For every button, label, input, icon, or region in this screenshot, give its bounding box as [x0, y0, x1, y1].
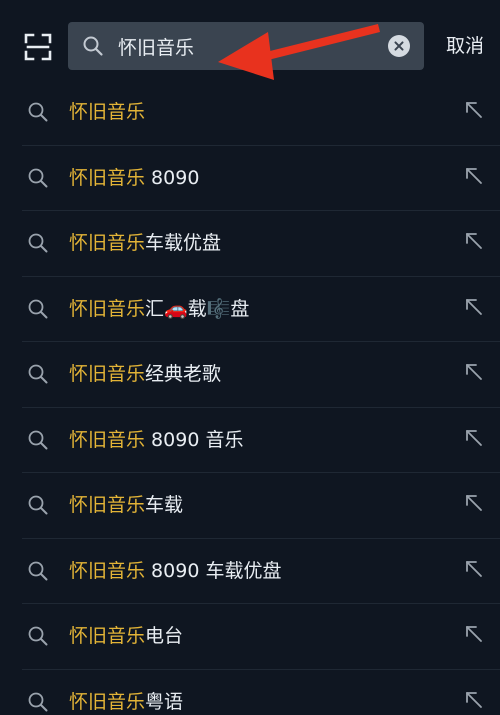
suggestion-row[interactable]: 怀旧音乐汇🚗载🎼盘 [22, 277, 500, 342]
suggestion-row[interactable]: 怀旧音乐粤语 [22, 670, 500, 715]
suggestion-highlight: 怀旧音乐 [69, 101, 146, 123]
suggestion-text: 怀旧音乐车载优盘 [69, 228, 221, 258]
suggestion-row[interactable]: 怀旧音乐经典老歌 [22, 342, 500, 408]
suggestion-row[interactable]: 怀旧音乐车载优盘 [22, 211, 500, 277]
suggestion-list: 怀旧音乐 怀旧音乐 8090 怀旧音乐车载优盘 怀旧音乐汇🚗载🎼盘 怀旧音乐经典… [0, 80, 500, 715]
suggestion-row[interactable]: 怀旧音乐 8090 车载优盘 [22, 539, 500, 604]
suggestion-text: 怀旧音乐汇🚗载🎼盘 [69, 294, 249, 324]
suggestion-text: 怀旧音乐 8090 [69, 163, 199, 193]
suggestion-text: 怀旧音乐 8090 音乐 [69, 425, 243, 455]
suggestion-rest: 粤语 [145, 690, 184, 713]
suggestion-rest: 电台 [145, 625, 184, 647]
suggestion-highlight: 怀旧音乐 [69, 232, 146, 254]
clear-icon[interactable] [388, 35, 410, 57]
search-icon [27, 691, 49, 713]
arrow-up-left-icon[interactable] [464, 428, 484, 448]
arrow-up-left-icon[interactable] [464, 493, 484, 513]
suggestion-text: 怀旧音乐车载 [69, 490, 183, 520]
arrow-up-left-icon[interactable] [464, 231, 484, 251]
arrow-up-left-icon[interactable] [464, 100, 484, 120]
suggestion-highlight: 怀旧音乐 [69, 297, 146, 320]
suggestion-row[interactable]: 怀旧音乐 [22, 80, 500, 146]
scan-icon[interactable] [24, 33, 52, 61]
suggestion-rest: 8090 车载优盘 [145, 559, 282, 582]
suggestion-highlight: 怀旧音乐 [69, 166, 146, 189]
search-box[interactable] [68, 22, 424, 70]
search-icon [27, 363, 49, 385]
arrow-up-left-icon[interactable] [464, 166, 484, 186]
suggestion-highlight: 怀旧音乐 [69, 625, 146, 647]
search-icon [27, 429, 49, 451]
suggestion-text: 怀旧音乐 8090 车载优盘 [69, 556, 281, 586]
arrow-up-left-icon[interactable] [464, 362, 484, 382]
arrow-up-left-icon[interactable] [464, 297, 484, 317]
suggestion-text: 怀旧音乐经典老歌 [69, 359, 221, 389]
suggestion-highlight: 怀旧音乐 [69, 494, 146, 516]
suggestion-row[interactable]: 怀旧音乐 8090 音乐 [22, 408, 500, 473]
search-icon [27, 560, 49, 582]
suggestion-highlight: 怀旧音乐 [69, 559, 146, 582]
search-icon [82, 35, 104, 57]
search-icon [27, 232, 49, 254]
search-input[interactable] [118, 30, 368, 62]
suggestion-text: 怀旧音乐电台 [69, 621, 183, 651]
suggestion-text: 怀旧音乐粤语 [69, 687, 183, 715]
arrow-up-left-icon[interactable] [464, 559, 484, 579]
suggestion-row[interactable]: 怀旧音乐车载 [22, 473, 500, 539]
suggestion-highlight: 怀旧音乐 [69, 690, 146, 713]
search-icon [27, 298, 49, 320]
search-icon [27, 101, 49, 123]
suggestion-rest: 车载优盘 [145, 232, 222, 254]
suggestion-row[interactable]: 怀旧音乐 8090 [22, 146, 500, 211]
suggestion-highlight: 怀旧音乐 [69, 428, 146, 451]
suggestion-text: 怀旧音乐 [69, 97, 145, 127]
suggestion-rest: 8090 [145, 166, 200, 189]
suggestion-highlight: 怀旧音乐 [69, 363, 146, 385]
suggestion-rest: 汇🚗载🎼盘 [145, 297, 250, 320]
suggestion-row[interactable]: 怀旧音乐电台 [22, 604, 500, 670]
suggestion-rest: 8090 音乐 [145, 428, 244, 451]
arrow-up-left-icon[interactable] [464, 624, 484, 644]
arrow-up-left-icon[interactable] [464, 690, 484, 710]
search-icon [27, 167, 49, 189]
suggestion-rest: 车载 [145, 494, 184, 516]
search-page: 取消 怀旧音乐 [0, 0, 500, 715]
cancel-button[interactable]: 取消 [446, 32, 484, 60]
search-icon [27, 494, 49, 516]
suggestion-rest: 经典老歌 [145, 363, 222, 385]
search-icon [27, 625, 49, 647]
